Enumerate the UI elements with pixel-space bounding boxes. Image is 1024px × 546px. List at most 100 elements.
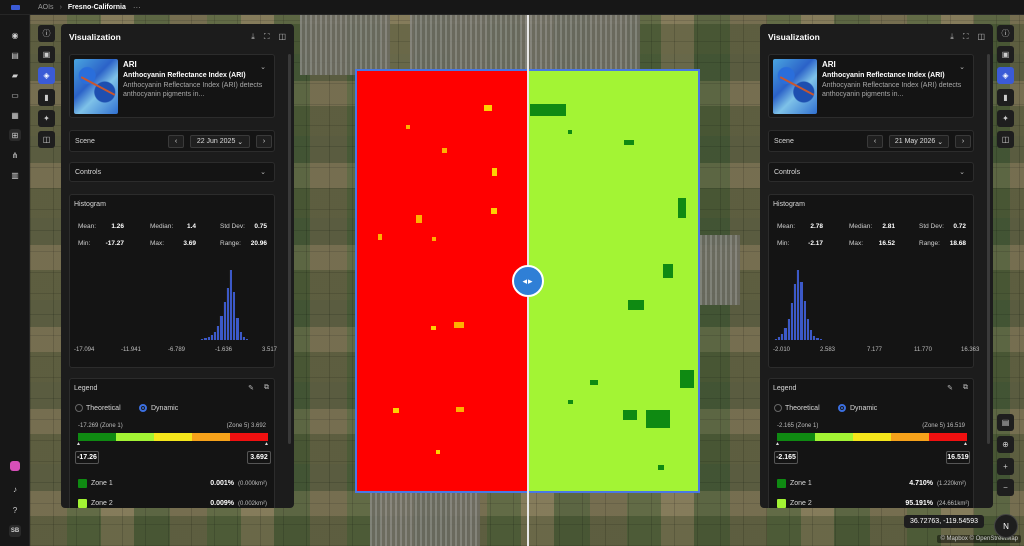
copy-icon[interactable]: ⧉ (264, 384, 269, 392)
panel-title: Visualization (768, 32, 820, 42)
max-handle-icon[interactable]: ▲ (963, 441, 968, 447)
edit-icon[interactable]: ✎ (248, 384, 254, 392)
layers-icon[interactable]: ◈ (38, 67, 55, 84)
info-icon[interactable]: ⓘ (997, 25, 1014, 42)
scene-next-button[interactable]: › (256, 135, 272, 148)
dynamic-radio[interactable] (838, 404, 846, 412)
max-handle-icon[interactable]: ▲ (264, 441, 269, 447)
zone-low-label: -2.165 (Zone 1) (777, 423, 819, 429)
theoretical-radio[interactable] (75, 404, 83, 412)
chevron-down-icon[interactable]: ⌄ (260, 168, 266, 176)
sparkle-icon[interactable]: ✦ (997, 110, 1014, 127)
sparkle-icon[interactable]: ✦ (38, 110, 55, 127)
histogram-axis: -17.094 -11.941 -6.789 -1.636 3.517 (70, 347, 277, 357)
expand-icon[interactable]: ⛶ (264, 32, 270, 42)
layers-icon[interactable]: ◈ (997, 67, 1014, 84)
zone-1-area: (0.000km²) (238, 481, 268, 487)
split-view-icon[interactable]: ◫ (38, 131, 55, 148)
visualization-panel-left: Visualization ⤓ ⛶ ◫ ARI Anthocyanin Refl… (61, 24, 294, 508)
panel-scrollbar[interactable] (987, 54, 990, 444)
layers-nav-icon[interactable]: ⊞ (9, 129, 21, 141)
legend-min-input[interactable]: -2.165 (774, 451, 798, 464)
histogram-card: Histogram Mean: 1.26 Median: 1.4 Std Dev… (69, 194, 277, 368)
image-icon[interactable]: ▣ (997, 46, 1014, 63)
scene-prev-button[interactable]: ‹ (168, 135, 184, 148)
histogram-bar (818, 339, 822, 340)
image-icon[interactable]: ▣ (38, 46, 55, 63)
zone-1-name: Zone 1 (790, 480, 812, 487)
left-rail: ◉ ▤ ▰ ▭ ▦ ⊞ ⋔ ▥ ♪ ? SB (0, 15, 30, 546)
zone-2-pct: 0.009% (210, 500, 234, 507)
histogram-tick-label: -17.094 (74, 347, 95, 353)
zone-1-name: Zone 1 (91, 480, 113, 487)
min-value: -17.27 (105, 240, 124, 247)
index-selector[interactable]: ARI Anthocyanin Reflectance Index (ARI) … (768, 54, 974, 118)
sidebar-toggle-icon[interactable]: ◫ (977, 32, 985, 42)
theoretical-radio[interactable] (774, 404, 782, 412)
theoretical-label: Theoretical (86, 405, 121, 412)
app-switcher-icon[interactable] (10, 461, 20, 471)
controls-label: Controls (774, 169, 801, 176)
help-icon[interactable]: ? (9, 504, 21, 516)
panel-scrollbar[interactable] (288, 54, 291, 444)
note-icon[interactable]: ▤ (997, 414, 1014, 431)
controls-accordion[interactable]: Controls ⌄ (69, 162, 275, 182)
histogram-tick-label: -6.789 (168, 347, 186, 353)
workflow-icon[interactable]: ⋔ (9, 149, 21, 161)
truck-icon[interactable]: ▰ (9, 69, 21, 81)
zone-2-swatch (78, 499, 87, 508)
scene-prev-button[interactable]: ‹ (867, 135, 883, 148)
expand-icon[interactable]: ⛶ (963, 32, 969, 42)
scene-row: Scene ‹ 22 Jun 2025 ⌄ › (69, 130, 275, 152)
panel-actions: ⤓ ⛶ ◫ (950, 32, 985, 42)
app-logo[interactable] (0, 0, 30, 15)
printer-icon[interactable]: ▤ (9, 49, 21, 61)
download-icon[interactable]: ⤓ (251, 32, 255, 42)
legend-max-input[interactable]: 16.519 (946, 451, 970, 464)
urban-area (300, 15, 390, 75)
download-icon[interactable]: ⤓ (950, 32, 954, 42)
theoretical-label: Theoretical (785, 405, 820, 412)
zoom-out-icon[interactable]: − (997, 479, 1014, 496)
breadcrumb-current: Fresno-California (67, 3, 126, 11)
min-handle-icon[interactable]: ▲ (775, 441, 780, 447)
histogram-tick-label: -1.636 (215, 347, 233, 353)
legend-max-input[interactable]: 3.692 (247, 451, 271, 464)
chevron-down-icon[interactable]: ⌄ (959, 63, 965, 71)
scene-date-select[interactable]: 21 May 2026 ⌄ (889, 135, 949, 148)
legend-min-input[interactable]: -17.26 (75, 451, 99, 464)
sidebar-toggle-icon[interactable]: ◫ (278, 32, 286, 42)
scene-next-button[interactable]: › (955, 135, 971, 148)
split-view-icon[interactable]: ◫ (997, 131, 1014, 148)
bell-icon[interactable]: ♪ (9, 483, 21, 495)
chevron-down-icon[interactable]: ⌄ (260, 63, 266, 71)
copy-icon[interactable]: ⧉ (963, 384, 968, 392)
building-icon[interactable]: ▥ (9, 169, 21, 181)
bar-chart-icon[interactable]: ▮ (997, 89, 1014, 106)
dynamic-label: Dynamic (151, 405, 179, 412)
chevron-down-icon[interactable]: ⌄ (959, 168, 965, 176)
avatar[interactable]: SB (9, 525, 21, 537)
breadcrumb-root[interactable]: AOIs (38, 4, 54, 11)
cart-icon[interactable]: ▭ (9, 89, 21, 101)
min-handle-icon[interactable]: ▲ (76, 441, 81, 447)
bar-chart-icon[interactable]: ▮ (38, 89, 55, 106)
zoom-in-icon[interactable]: + (997, 458, 1014, 475)
controls-accordion[interactable]: Controls ⌄ (768, 162, 974, 182)
more-icon[interactable]: ··· (133, 3, 141, 12)
scene-date-select[interactable]: 22 Jun 2025 ⌄ (190, 135, 250, 148)
info-icon[interactable]: ⓘ (38, 25, 55, 42)
compass-button[interactable]: N (994, 514, 1018, 538)
edit-icon[interactable]: ✎ (947, 384, 953, 392)
histogram-tick-label: 7.177 (867, 347, 883, 353)
dynamic-radio[interactable] (139, 404, 147, 412)
max-value: 16.52 (878, 240, 895, 247)
index-description: Anthocyanin Reflectance Index (ARI) dete… (123, 82, 263, 98)
median-value: 1.4 (186, 223, 196, 230)
compare-slider-handle[interactable]: ◂▸ (512, 265, 544, 297)
zone-high-label: (Zone 5) 3.692 (226, 423, 266, 429)
map-icon[interactable]: ▦ (9, 109, 21, 121)
compass-nav-icon[interactable]: ◉ (9, 29, 21, 41)
index-selector[interactable]: ARI Anthocyanin Reflectance Index (ARI) … (69, 54, 275, 118)
locate-icon[interactable]: ⊕ (997, 436, 1014, 453)
